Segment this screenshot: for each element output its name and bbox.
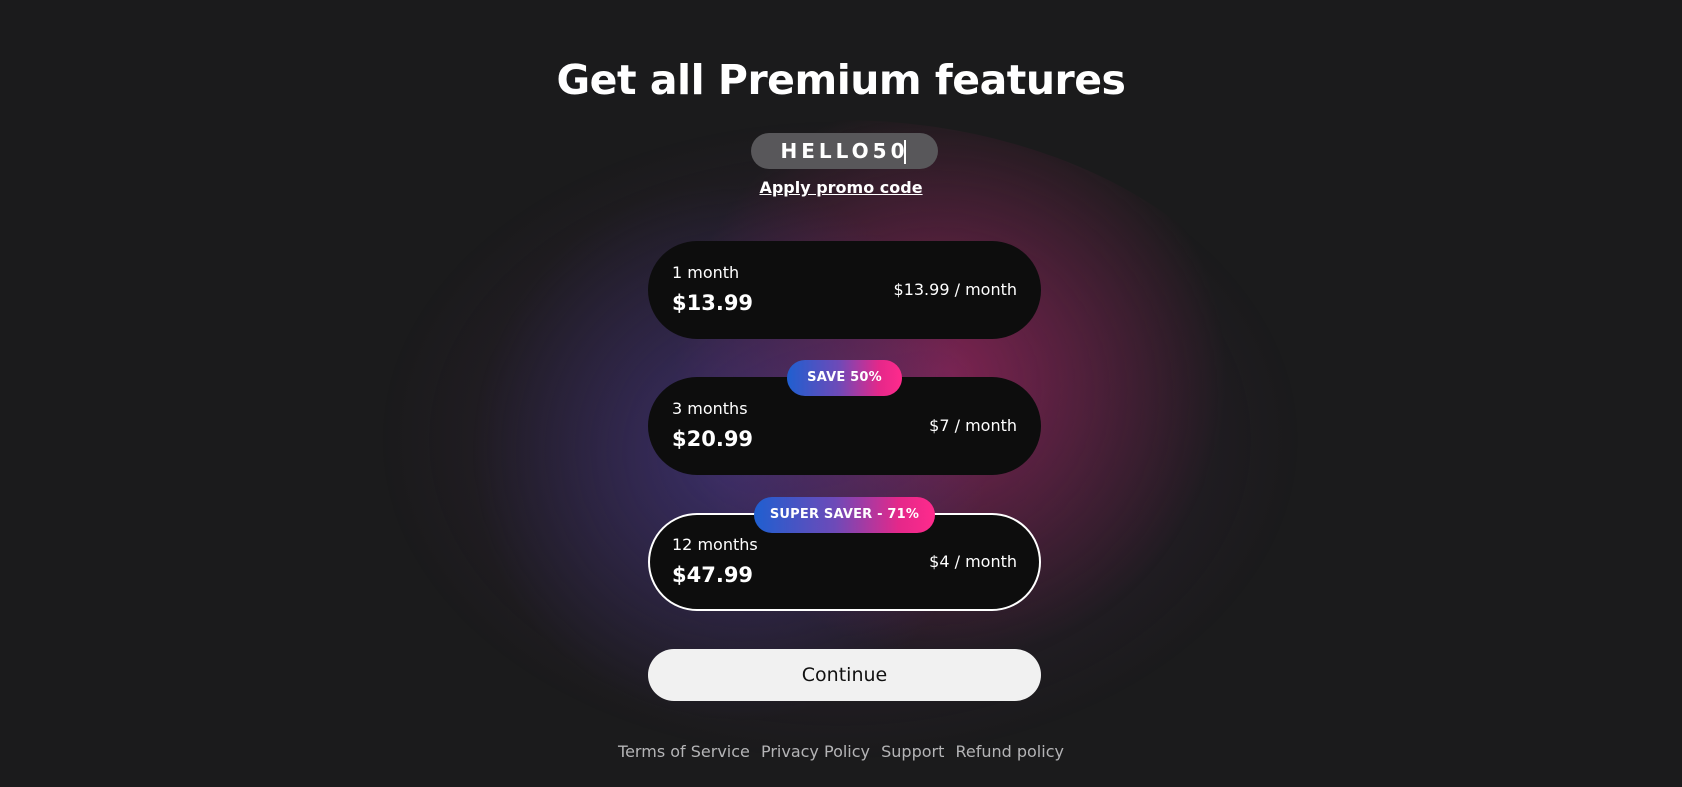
plan-price: $20.99 [672,427,754,451]
plan-option-1-month[interactable]: 1 month $13.99 $13.99 / month [648,241,1041,339]
super-saver-badge: SUPER SAVER - 71% [754,497,935,533]
plan-duration: 3 months [672,399,748,418]
plan-price: $13.99 [672,291,754,315]
plan-monthly-price: $4 / month [929,552,1017,571]
continue-button[interactable]: Continue [648,649,1041,701]
refund-policy-link[interactable]: Refund policy [955,742,1064,761]
premium-paywall: Get all Premium features Apply promo cod… [0,0,1682,787]
plan-monthly-price: $13.99 / month [893,280,1017,299]
footer-links: Terms of Service Privacy Policy Support … [0,742,1682,761]
plan-duration: 1 month [672,263,740,282]
apply-promo-code-link[interactable]: Apply promo code [0,178,1682,197]
support-link[interactable]: Support [881,742,944,761]
privacy-policy-link[interactable]: Privacy Policy [761,742,870,761]
plan-monthly-price: $7 / month [929,416,1017,435]
text-caret [904,140,906,164]
terms-of-service-link[interactable]: Terms of Service [618,742,750,761]
page-title: Get all Premium features [556,56,1126,104]
savings-badge: SAVE 50% [787,360,902,396]
plan-price: $47.99 [672,563,754,587]
promo-code-input[interactable] [751,133,938,169]
plan-duration: 12 months [672,535,758,554]
